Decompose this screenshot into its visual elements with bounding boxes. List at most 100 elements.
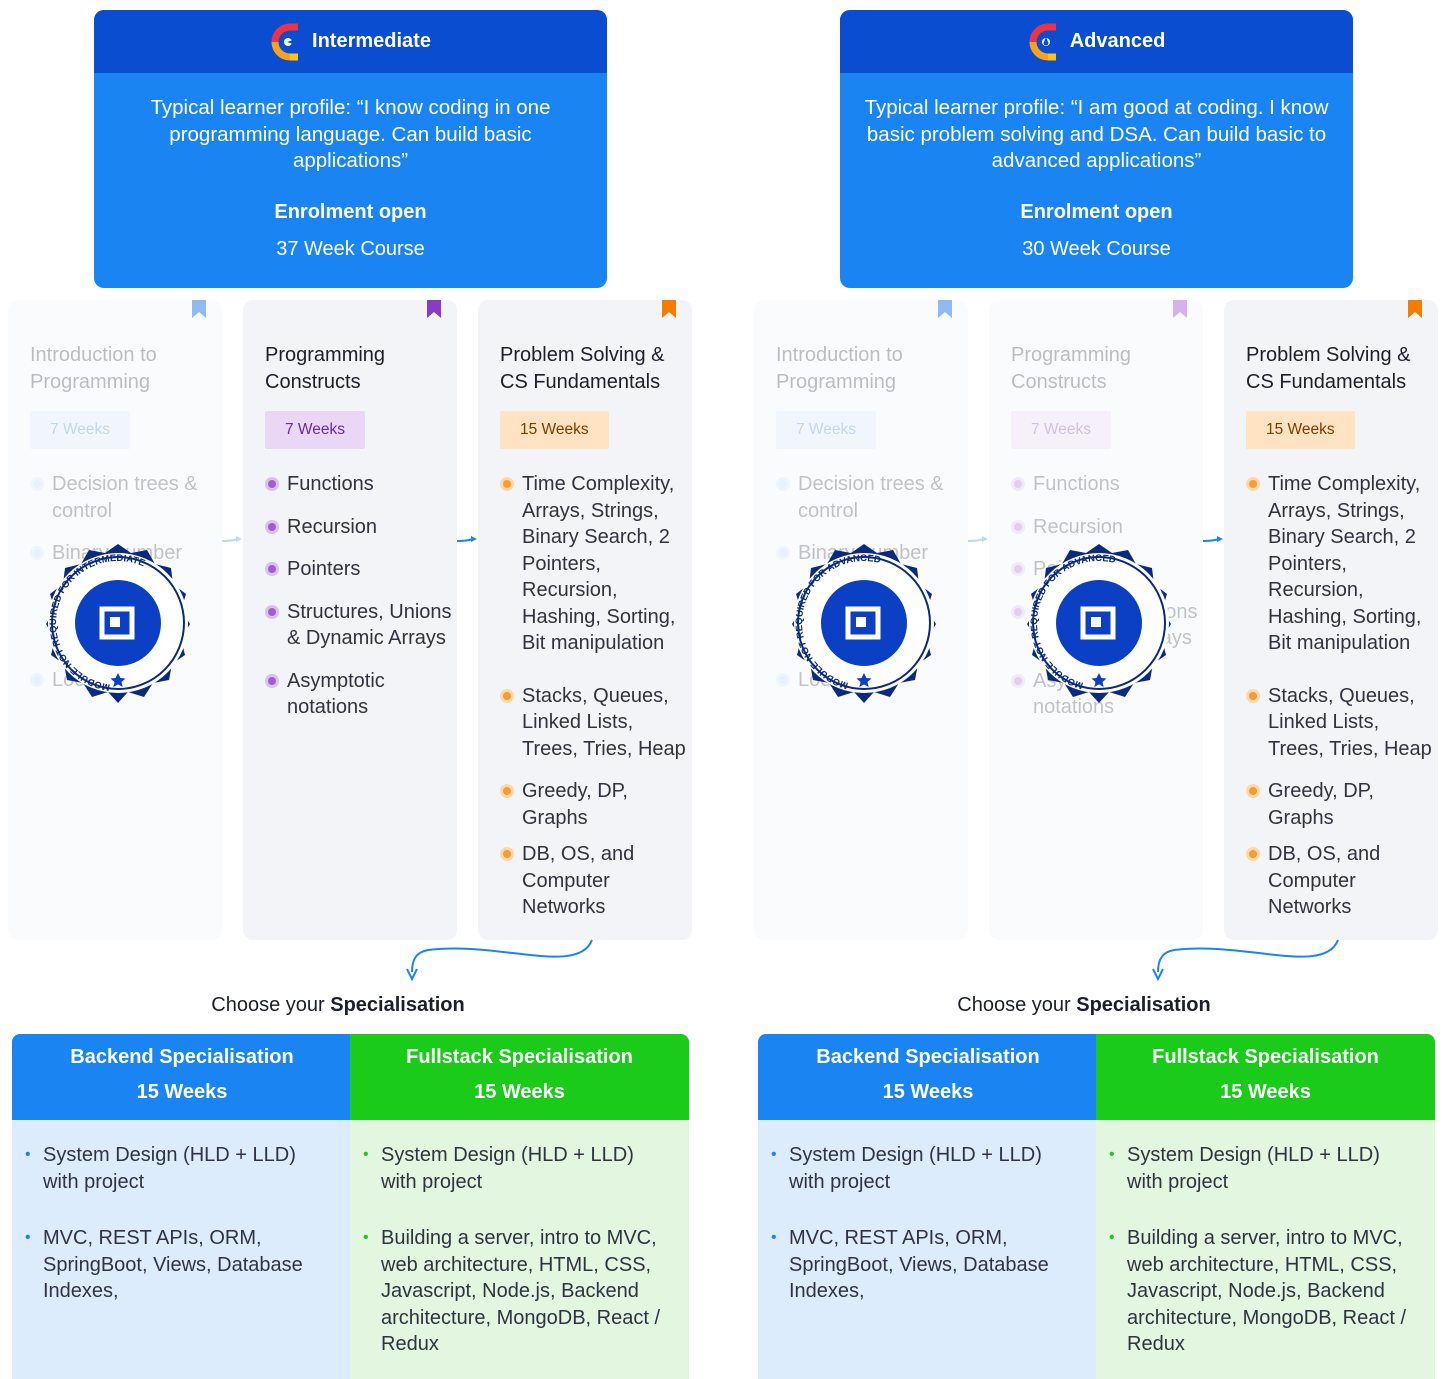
module-title: Introduction to Programming bbox=[30, 344, 157, 393]
topic-item: Functions bbox=[1011, 471, 1203, 498]
topic-list: Time Complexity, Arrays, Strings, Binary… bbox=[500, 471, 692, 921]
bullet-icon bbox=[265, 604, 279, 619]
logo-icon bbox=[270, 21, 302, 63]
module-weeks: 7 Weeks bbox=[30, 411, 131, 449]
bullet-icon bbox=[265, 562, 279, 576]
badge-icon: MODULE NOT REQUIRED FOR ADVANCED bbox=[776, 535, 952, 711]
bullet-icon bbox=[1011, 519, 1025, 534]
bookmark-icon bbox=[1173, 300, 1187, 318]
bullet-icon bbox=[500, 477, 514, 491]
spec-item: • Building a server, intro to MVC, web ar… bbox=[363, 1227, 661, 1355]
fullstack-specialisation: Fullstack Specialisation 15 Weeks • Syste… bbox=[350, 1034, 689, 1379]
module-title: Programming Constructs bbox=[1011, 344, 1132, 393]
enrolment-status: Enrolment open bbox=[274, 200, 427, 223]
course-header: Intermediate Typical learner profile: “I… bbox=[94, 10, 607, 288]
curved-arrow-icon bbox=[388, 936, 608, 986]
topic-list: Functions Recursion Pointers Structures,… bbox=[265, 471, 457, 721]
topic-item: Greedy, DP, Graphs bbox=[500, 778, 692, 831]
topic-item: Stacks, Queues, Linked Lists, Trees, Tri… bbox=[500, 683, 692, 763]
spec-title: Fullstack Specialisation bbox=[406, 1046, 633, 1068]
spec-item: • System Design (HLD + LLD) with project bbox=[363, 1144, 634, 1193]
logo-icon bbox=[1028, 21, 1060, 63]
module-card-problem-solving: Problem Solving & CS Fundamentals 15 Wee… bbox=[1224, 300, 1438, 940]
course-duration: 37 Week Course bbox=[276, 237, 425, 260]
track-advanced: Advanced Typical learner profile: “I am … bbox=[754, 0, 1442, 1379]
spec-item: • Building a server, intro to MVC, web ar… bbox=[1109, 1227, 1407, 1355]
spec-item: • System Design (HLD + LLD) with project bbox=[25, 1144, 296, 1193]
topic-item: DB, OS, and Computer Networks bbox=[1246, 841, 1438, 921]
topic-item: Asymptotic notations bbox=[265, 668, 457, 721]
spec-item: • System Design (HLD + LLD) with project bbox=[1109, 1144, 1380, 1193]
bullet-icon: • bbox=[25, 1229, 31, 1246]
module-card-constructs: Programming Constructs 7 Weeks Functions… bbox=[243, 300, 457, 940]
spec-weeks: 15 Weeks bbox=[474, 1081, 565, 1103]
topic-item: DB, OS, and Computer Networks bbox=[500, 841, 692, 921]
spec-items: • System Design (HLD + LLD) with project … bbox=[12, 1120, 352, 1305]
fullstack-specialisation: Fullstack Specialisation 15 Weeks • Syste… bbox=[1096, 1034, 1435, 1379]
badge-icon: MODULE NOT REQUIRED FOR INTERMEDIATE bbox=[30, 535, 206, 711]
arrow-right-icon bbox=[456, 532, 479, 542]
choose-specialisation: Choose your Specialisation bbox=[957, 994, 1211, 1016]
module-title: Programming Constructs bbox=[265, 344, 386, 393]
badge-icon: MODULE NOT REQUIRED FOR ADVANCED bbox=[1011, 535, 1187, 711]
backend-specialisation: Backend Specialisation 15 Weeks • System … bbox=[758, 1034, 1098, 1379]
bullet-icon: • bbox=[771, 1229, 777, 1246]
backend-specialisation: Backend Specialisation 15 Weeks • System … bbox=[12, 1034, 352, 1379]
topic-item: Decision trees & control bbox=[30, 471, 222, 524]
topic-item: Pointers bbox=[265, 556, 457, 583]
bullet-icon bbox=[265, 673, 279, 688]
bullet-icon: • bbox=[771, 1146, 777, 1163]
spec-items: • System Design (HLD + LLD) with project … bbox=[1096, 1120, 1435, 1358]
topic-item: Time Complexity, Arrays, Strings, Binary… bbox=[500, 471, 692, 657]
bullet-icon bbox=[1246, 847, 1260, 861]
spec-item: • MVC, REST APIs, ORM, SpringBoot, Views,… bbox=[25, 1227, 303, 1302]
bookmark-icon bbox=[662, 300, 676, 318]
bullet-icon bbox=[1246, 477, 1260, 491]
learner-profile: Typical learner profile: “I know coding … bbox=[150, 96, 551, 172]
track-intermediate: Intermediate Typical learner profile: “I… bbox=[8, 0, 708, 1379]
module-weeks: 15 Weeks bbox=[500, 411, 609, 449]
bullet-icon bbox=[500, 784, 514, 798]
spec-title: Backend Specialisation bbox=[816, 1046, 1040, 1068]
bullet-icon bbox=[500, 688, 514, 703]
arrow-right-icon bbox=[967, 532, 990, 542]
bullet-icon: • bbox=[25, 1146, 31, 1163]
bullet-icon: • bbox=[363, 1229, 369, 1246]
topic-item: Functions bbox=[265, 471, 457, 498]
course-duration: 30 Week Course bbox=[1022, 237, 1171, 260]
bullet-icon bbox=[1246, 784, 1260, 798]
topic-item: Greedy, DP, Graphs bbox=[1246, 778, 1438, 831]
module-title: Problem Solving & CS Fundamentals bbox=[1246, 344, 1411, 393]
topic-item: Decision trees & control bbox=[776, 471, 968, 524]
track-title: Advanced bbox=[1069, 30, 1166, 52]
bullet-icon bbox=[265, 477, 279, 491]
spec-weeks: 15 Weeks bbox=[136, 1081, 228, 1103]
bookmark-icon bbox=[1408, 300, 1422, 318]
topic-item: Structures, Unions & Dynamic Arrays bbox=[265, 599, 457, 652]
arrow-right-icon bbox=[1202, 532, 1225, 542]
bullet-icon bbox=[1246, 688, 1260, 703]
bookmark-icon bbox=[938, 300, 952, 318]
spec-item: • System Design (HLD + LLD) with project bbox=[771, 1144, 1042, 1193]
bullet-icon bbox=[500, 847, 514, 861]
module-weeks: 7 Weeks bbox=[265, 411, 366, 449]
learner-profile: Typical learner profile: “I am good at c… bbox=[864, 96, 1329, 172]
topic-item: Recursion bbox=[265, 514, 457, 541]
bullet-icon bbox=[265, 519, 279, 534]
bullet-icon bbox=[776, 477, 790, 491]
module-weeks: 7 Weeks bbox=[1011, 411, 1112, 449]
bullet-icon bbox=[1011, 477, 1025, 491]
bookmark-icon bbox=[192, 300, 206, 318]
course-header-bar: Advanced bbox=[840, 10, 1353, 73]
bullet-icon bbox=[30, 477, 44, 491]
enrolment-status: Enrolment open bbox=[1020, 200, 1173, 223]
spec-items: • System Design (HLD + LLD) with project … bbox=[758, 1120, 1098, 1305]
course-header-bar: Intermediate bbox=[94, 10, 607, 73]
module-card-problem-solving: Problem Solving & CS Fundamentals 15 Wee… bbox=[478, 300, 692, 940]
topic-item: Time Complexity, Arrays, Strings, Binary… bbox=[1246, 471, 1438, 657]
module-weeks: 7 Weeks bbox=[776, 411, 877, 449]
topic-list: Time Complexity, Arrays, Strings, Binary… bbox=[1246, 471, 1438, 921]
bookmark-icon bbox=[427, 300, 441, 318]
spec-title: Fullstack Specialisation bbox=[1152, 1046, 1379, 1068]
curved-arrow-icon bbox=[1134, 936, 1354, 986]
